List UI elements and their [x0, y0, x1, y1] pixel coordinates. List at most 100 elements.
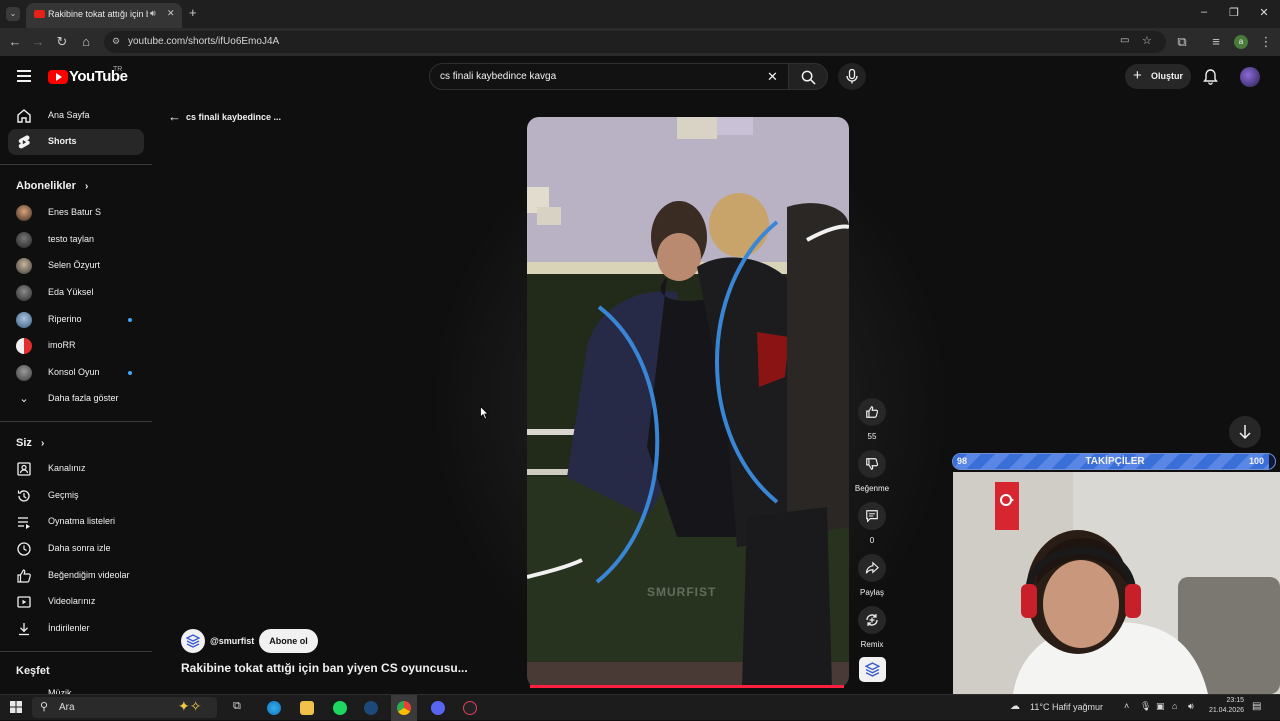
sidebar-item-subscription[interactable]: Enes Batur S [8, 200, 144, 226]
subscriptions-heading[interactable]: Abonelikler › [16, 180, 88, 192]
minimize-button[interactable]: – [1194, 6, 1214, 18]
network-icon[interactable]: ⌂ [1172, 701, 1177, 711]
sidebar-item-home[interactable]: Ana Sayfa [8, 103, 144, 129]
chevron-right-icon: › [84, 181, 89, 192]
browser-menu-icon[interactable]: ⋮ [1258, 34, 1274, 50]
sidebar-item-watch-later[interactable]: Daha sonra izle [8, 536, 144, 562]
video-progress-bar[interactable] [530, 685, 844, 688]
show-more-button[interactable]: ⌄ Daha fazla göster [8, 386, 144, 412]
new-tab-button[interactable]: + [189, 5, 197, 20]
subscribe-button[interactable]: Abone ol [259, 629, 318, 653]
search-input[interactable]: cs finali kaybedince kavga ✕ [429, 63, 789, 90]
weather-icon[interactable]: ☁ [1010, 701, 1020, 712]
site-info-icon[interactable]: ⚙ [112, 36, 120, 47]
sidebar-item-shorts[interactable]: Shorts [8, 129, 144, 155]
media-control-icon[interactable]: ≡ [1208, 34, 1224, 49]
remix-button[interactable] [858, 606, 886, 634]
clear-search-icon[interactable]: ✕ [767, 69, 778, 85]
browser-tab-strip: ⌄ Rakibine tokat attığı için ba 🔊︎ ✕ + –… [0, 0, 1280, 28]
sidebar-item-subscription[interactable]: Eda Yüksel [8, 280, 144, 306]
sidebar-item-downloads[interactable]: İndirilenler [8, 616, 144, 642]
followers-label: TAKİPÇİLER [1085, 456, 1145, 467]
clock-date[interactable]: 21.04.2026 [1198, 707, 1244, 714]
reload-icon[interactable]: ↻ [54, 34, 70, 50]
sidebar-item-subscription[interactable]: Konsol Oyun [8, 360, 144, 386]
share-button[interactable] [858, 554, 886, 582]
sidebar-item-your-channel[interactable]: Kanalınız [8, 456, 144, 482]
comments-button[interactable] [858, 502, 886, 530]
search-highlight-icon: ✦✧ [178, 698, 202, 714]
account-avatar[interactable] [1240, 67, 1260, 87]
layers-logo-icon [865, 662, 880, 677]
sidebar-item-subscription[interactable]: testo taylan [8, 227, 144, 253]
channel-handle[interactable]: @smurfist [210, 636, 254, 646]
spotify-icon[interactable] [333, 701, 347, 715]
browser-toolbar: ← → ↻ ⌂ ⚙ youtube.com/shorts/ifUo6EmoJ4A… [0, 28, 1280, 56]
channel-avatar [16, 258, 32, 274]
subscriptions-title: Abonelikler [16, 180, 76, 192]
show-hidden-icons[interactable]: ˄ [1124, 701, 1129, 711]
screen-icon[interactable]: ▣ [1156, 701, 1165, 712]
tab-title: Rakibine tokat attığı için ba [48, 9, 148, 19]
guide-menu-icon[interactable] [17, 70, 31, 72]
speaker-icon[interactable]: 🔊︎ [150, 8, 156, 19]
sidebar-item-subscription[interactable]: Riperino [8, 307, 144, 333]
task-view-icon[interactable]: ⧉ [233, 700, 241, 713]
search-button[interactable] [788, 63, 828, 90]
steam-icon[interactable] [364, 701, 378, 715]
sound-source-thumbnail[interactable] [859, 657, 886, 682]
share-arrow-icon [865, 561, 879, 574]
discord-icon[interactable] [431, 701, 445, 715]
tab-close-icon[interactable]: ✕ [167, 8, 175, 19]
edge-browser-icon[interactable] [267, 701, 281, 715]
volume-icon[interactable]: 🔊︎ [1188, 701, 1194, 712]
followers-goal-bar: 98 TAKİPÇİLER 100 [952, 453, 1276, 470]
sidebar-item-liked-videos[interactable]: Beğendiğim videolar [8, 563, 144, 589]
shorts-back-link[interactable]: ← cs finali kaybedince ... [168, 109, 318, 126]
url-text: youtube.com/shorts/ifUo6EmoJ4A [128, 36, 280, 47]
file-explorer-icon[interactable] [300, 701, 314, 715]
channel-avatar [16, 312, 32, 328]
sidebar-item-label: Beğendiğim videolar [48, 570, 130, 580]
like-button[interactable] [858, 398, 886, 426]
new-content-dot [128, 318, 132, 322]
address-bar[interactable]: ⚙ youtube.com/shorts/ifUo6EmoJ4A ▭ ☆ [104, 31, 1166, 53]
home-icon[interactable]: ⌂ [78, 34, 94, 49]
sidebar-item-your-videos[interactable]: Videolarınız [8, 589, 144, 615]
window-close-button[interactable]: ✕ [1254, 6, 1274, 19]
voice-search-button[interactable] [838, 63, 866, 90]
app-icon[interactable] [463, 701, 477, 715]
forward-arrow-icon[interactable]: → [30, 34, 46, 49]
taskbar-chrome-active[interactable] [391, 695, 417, 721]
profile-avatar[interactable]: a [1234, 35, 1248, 49]
like-count: 55 [867, 432, 877, 441]
back-arrow-icon[interactable]: ← [7, 34, 23, 49]
maximize-button[interactable]: ❐ [1224, 6, 1244, 19]
clock-time[interactable]: 23:15 [1204, 697, 1244, 704]
dislike-button[interactable] [858, 450, 886, 478]
notification-center-icon[interactable]: ▤ [1252, 701, 1261, 712]
next-short-button[interactable] [1229, 416, 1261, 448]
shorts-video-player[interactable]: SMURFIST [527, 117, 849, 688]
share-label: Paylaş [859, 588, 884, 597]
create-button[interactable]: + Oluştur [1125, 64, 1191, 89]
browser-tab-active[interactable]: Rakibine tokat attığı için ba 🔊︎ ✕ [26, 3, 182, 28]
microphone-icon[interactable]: 🎙︎ [1140, 701, 1151, 712]
windows-start-icon[interactable] [10, 701, 22, 713]
history-icon [17, 490, 30, 502]
you-heading[interactable]: Siz › [16, 437, 44, 449]
notifications-bell-icon[interactable] [1203, 69, 1218, 85]
sidebar-item-subscription[interactable]: Selen Özyurt [8, 253, 144, 279]
tab-search-icon[interactable]: ⌄ [6, 7, 20, 21]
bookmark-star-icon[interactable]: ☆ [1142, 34, 1152, 47]
taskbar-search-box[interactable]: ⚲ Ara ✦✧ [32, 697, 217, 718]
channel-avatar[interactable] [181, 629, 205, 653]
weather-text[interactable]: 11°C Hafif yağmur [1030, 702, 1103, 712]
cast-icon[interactable]: ▭ [1120, 35, 1129, 46]
chrome-icon [397, 701, 411, 715]
extensions-icon[interactable]: ⧉ [1174, 34, 1190, 50]
sidebar-item-playlists[interactable]: Oynatma listeleri [8, 509, 144, 535]
search-icon: ⚲ [40, 701, 49, 713]
sidebar-item-history[interactable]: Geçmiş [8, 483, 144, 509]
sidebar-item-subscription[interactable]: imoRR [8, 333, 144, 359]
